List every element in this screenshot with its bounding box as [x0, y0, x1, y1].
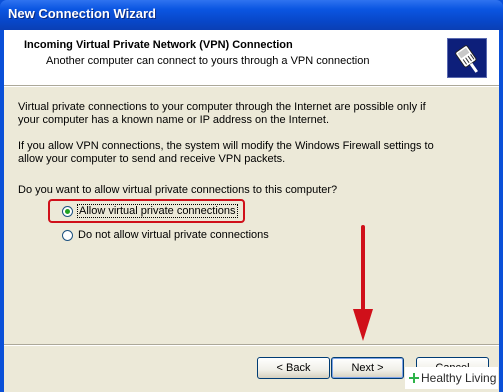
deny-vpn-label[interactable]: Do not allow virtual private connections: [78, 229, 269, 241]
deny-vpn-option[interactable]: Do not allow virtual private connections: [62, 228, 269, 242]
plus-icon: [409, 373, 419, 383]
footer-separator-highlight: [4, 345, 499, 346]
network-cable-icon: [447, 38, 487, 78]
watermark-text: Healthy Living: [421, 371, 497, 385]
red-arrow-icon: [353, 225, 373, 341]
red-highlight-box: [48, 199, 245, 223]
header-separator-highlight: [4, 86, 499, 87]
dialog-client-area: Incoming Virtual Private Network (VPN) C…: [4, 30, 499, 392]
header-title: Incoming Virtual Private Network (VPN) C…: [24, 39, 293, 51]
header-subtitle: Another computer can connect to yours th…: [46, 55, 370, 67]
next-button[interactable]: Next >: [331, 357, 404, 379]
deny-vpn-radio[interactable]: [62, 229, 73, 241]
wizard-window: New Connection Wizard Incoming Virtual P…: [0, 0, 503, 392]
question-label: Do you want to allow virtual private con…: [18, 184, 338, 196]
back-button[interactable]: < Back: [257, 357, 330, 379]
wizard-header: Incoming Virtual Private Network (VPN) C…: [4, 30, 499, 85]
info-paragraph-2-line-1: If you allow VPN connections, the system…: [18, 140, 434, 152]
watermark: Healthy Living: [405, 367, 498, 389]
window-title: New Connection Wizard: [8, 6, 156, 21]
info-paragraph-2-line-2: allow your computer to send and receive …: [18, 153, 286, 165]
info-paragraph-1-line-2: your computer has a known name or IP add…: [18, 114, 330, 126]
title-bar[interactable]: New Connection Wizard: [0, 0, 503, 30]
info-paragraph-1-line-1: Virtual private connections to your comp…: [18, 101, 426, 113]
